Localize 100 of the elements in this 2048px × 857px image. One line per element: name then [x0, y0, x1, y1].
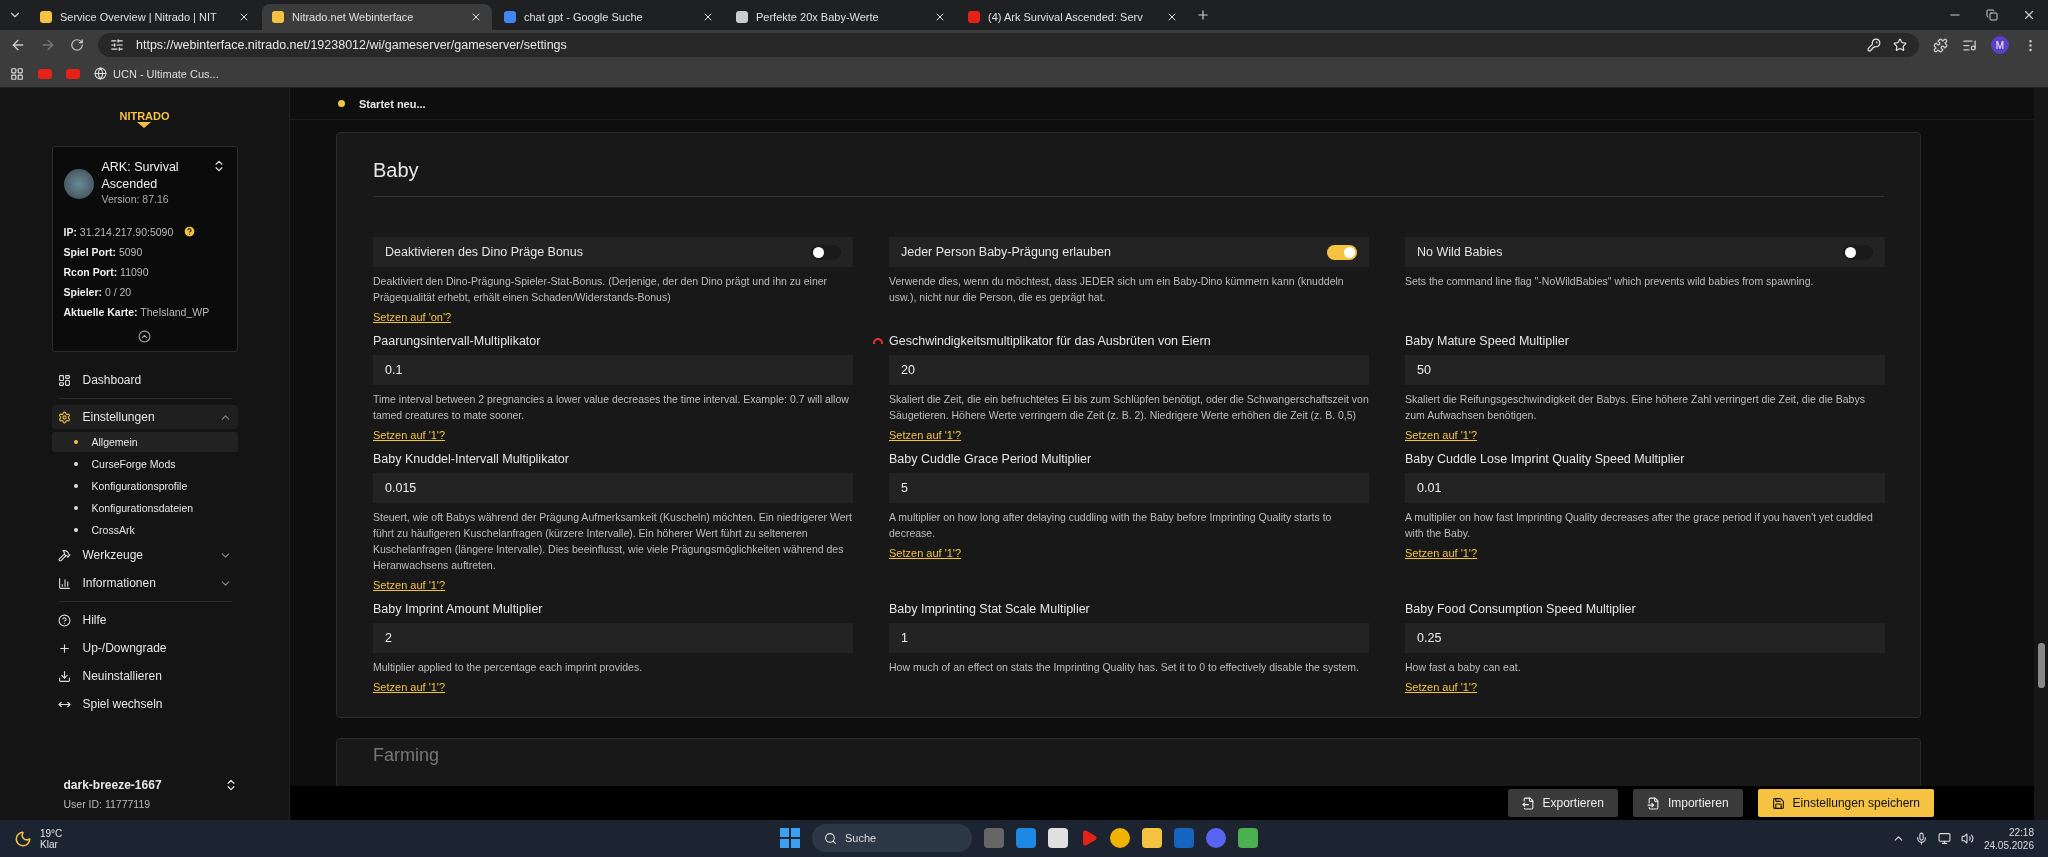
help-icon[interactable] — [183, 225, 197, 238]
hammer-icon — [57, 548, 71, 562]
logo: NITRADO — [119, 110, 170, 128]
nav-subitem[interactable]: Allgemein — [51, 432, 238, 452]
number-input[interactable]: 1 — [889, 623, 1369, 653]
reset-link[interactable]: Setzen auf '1'? — [1405, 681, 1478, 693]
setting-description: Time interval between 2 pregnancies a lower value decreases the time interval. Example: 0.7 will allow tamed creatures to mate sooner. — [373, 392, 850, 423]
collapse-icon[interactable] — [138, 330, 151, 343]
browser-tab[interactable]: Perfekte 20x Baby-Werte — [726, 4, 956, 30]
action-button[interactable]: Importieren — [1632, 789, 1743, 817]
nav-subitem[interactable]: Konfigurationsdateien — [51, 498, 238, 518]
number-input[interactable]: 20 — [889, 355, 1369, 385]
close-icon[interactable] — [238, 11, 250, 23]
taskbar-app-icon[interactable] — [1206, 828, 1226, 848]
number-input[interactable]: 50 — [1405, 355, 1885, 385]
game-avatar — [63, 169, 94, 199]
nav-item[interactable]: Hilfe — [51, 608, 238, 632]
back-icon[interactable] — [10, 37, 26, 53]
taskbar-search[interactable]: Suche — [812, 824, 972, 852]
scrollbar[interactable] — [2034, 88, 2048, 820]
reset-link[interactable]: Setzen auf '1'? — [373, 579, 446, 591]
number-input[interactable]: 5 — [889, 473, 1369, 503]
setting-description: Deaktiviert den Dino-Prägung-Spieler-Stat-Bonus. (Derjenige, der den Dino prägt und ihn zu einer Prägequalität erhebt, erhält einen Schaden/Widerstands-Bonus) — [373, 274, 829, 305]
close-icon[interactable] — [702, 11, 714, 23]
setting-description: Multiplier applied to the percentage each imprint provides. — [373, 660, 644, 675]
mic-icon[interactable] — [1914, 832, 1928, 845]
toggle-switch[interactable] — [1843, 244, 1873, 260]
server-version: Version: 87.16 — [101, 193, 170, 205]
reset-link[interactable]: Setzen auf '1'? — [1405, 547, 1478, 559]
nav-item[interactable]: Informationen — [51, 571, 238, 595]
setting-description: Steuert, wie oft Babys während der Prägung Aufmerksamkeit (Kuscheln) möchten. Ein niedrigerer Wert führt zu häufigeren Kuschelanfragen (kürzere Intervalle). Ein höherer Wert führt zu selteneren Kuschelanfragen (längere Intervalle). Dies beeinflusst, wie viele Prägungsmöglichkeiten während des Heranwachsens auftreten. — [373, 510, 853, 573]
toggle-switch[interactable] — [811, 244, 841, 260]
setting-label: Baby Cuddle Lose Imprint Quality Speed Multiplier — [1405, 452, 1685, 466]
moon-icon — [14, 829, 32, 848]
apps-icon[interactable] — [10, 66, 24, 81]
nav-item[interactable]: Einstellungen — [51, 405, 238, 429]
nav-item[interactable]: Neuinstallieren — [51, 664, 238, 688]
nav-item[interactable]: Up-/Downgrade — [51, 636, 238, 660]
reset-link[interactable]: Setzen auf '1'? — [889, 547, 962, 559]
nav-subitem[interactable]: CrossArk — [51, 520, 238, 540]
bookmark-link[interactable]: UCN - Ultimate Cus... — [113, 67, 219, 80]
status-text: Startet neu... — [359, 97, 426, 110]
profile-avatar[interactable]: M — [1991, 36, 2009, 54]
browser-tab[interactable]: (4) Ark Survival Ascended: Serv — [958, 4, 1188, 30]
user-name: dark-breeze-1667 — [63, 778, 162, 792]
bookmark-star-icon[interactable] — [1893, 38, 1907, 52]
number-input[interactable]: 0.1 — [373, 355, 853, 385]
close-icon[interactable] — [470, 11, 482, 23]
nav-item[interactable]: Spiel wechseln — [51, 692, 238, 716]
globe-icon — [94, 67, 107, 80]
reset-link[interactable]: Setzen auf '1'? — [373, 429, 446, 441]
dashboard-icon — [57, 373, 71, 387]
action-button[interactable]: Exportieren — [1507, 789, 1618, 817]
url-text: https://webinterface.nitrado.net/19238012/wi/gameserver/gameserver/settings — [136, 38, 568, 52]
restore-icon[interactable] — [1986, 9, 1998, 21]
key-icon[interactable] — [1867, 38, 1881, 52]
file-arrow-icon — [1521, 796, 1535, 810]
nav-item[interactable]: Dashboard — [51, 368, 238, 392]
new-tab-icon[interactable] — [1196, 8, 1210, 22]
reset-link[interactable]: Setzen auf '1'? — [889, 429, 962, 441]
browser-tab[interactable]: chat gpt - Google Suche — [494, 4, 724, 30]
browser-tab[interactable]: Nitrado.net Webinterface — [262, 4, 492, 30]
reset-link[interactable]: Setzen auf '1'? — [373, 681, 446, 693]
reset-link[interactable]: Setzen auf 'on'? — [373, 311, 452, 323]
start-icon[interactable] — [780, 828, 800, 848]
toggle-switch[interactable] — [1327, 244, 1357, 260]
close-icon[interactable] — [2022, 8, 2036, 22]
number-input[interactable]: 0.015 — [373, 473, 853, 503]
setting-label: No Wild Babies — [1417, 245, 1503, 259]
file-arrow-icon — [1646, 796, 1660, 810]
nav-subitem[interactable]: CurseForge Mods — [51, 454, 238, 474]
close-icon[interactable] — [934, 11, 946, 23]
setting-label: Deaktivieren des Dino Präge Bonus — [385, 245, 584, 259]
number-input[interactable]: 2 — [373, 623, 853, 653]
plus-icon — [57, 641, 71, 655]
bar-chart-icon — [57, 576, 71, 590]
address-bar[interactable]: https://webinterface.nitrado.net/19238012/wi/gameserver/gameserver/settings — [98, 33, 1919, 57]
number-input[interactable]: 0.25 — [1405, 623, 1885, 653]
taskbar-app-icon[interactable] — [1048, 828, 1068, 848]
clock-date: 24.05.2026 — [1983, 838, 2034, 852]
save-icon — [1771, 796, 1785, 810]
nav-subitem[interactable]: Konfigurationsprofile — [51, 476, 238, 496]
setting-label: Baby Mature Speed Multiplier — [1405, 334, 1569, 348]
browser-tab[interactable]: Service Overview | Nitrado | NIT — [30, 4, 260, 30]
play-icon[interactable] — [1080, 829, 1098, 847]
reload-icon[interactable] — [70, 38, 84, 52]
server-name: ARK: Survival Ascended — [101, 159, 180, 193]
media-icon[interactable] — [1962, 37, 1977, 53]
weather-temp: 19°C — [40, 827, 63, 839]
setting-description: A multiplier on how long after delaying cuddling with the Baby before Imprinting Quality starts to decrease. — [889, 510, 1333, 541]
site-settings-icon[interactable] — [110, 38, 124, 52]
close-icon[interactable] — [1166, 11, 1178, 23]
reset-link[interactable]: Setzen auf '1'? — [1405, 429, 1478, 441]
nav-item[interactable]: Werkzeuge — [51, 543, 238, 567]
volume-icon[interactable] — [1960, 832, 1974, 845]
extensions-icon[interactable] — [1933, 37, 1948, 53]
taskbar-app-icon[interactable] — [1110, 828, 1130, 848]
action-button[interactable]: Einstellungen speichern — [1757, 789, 1934, 817]
monitor-icon[interactable] — [1937, 832, 1951, 845]
number-input[interactable]: 0.01 — [1405, 473, 1885, 503]
